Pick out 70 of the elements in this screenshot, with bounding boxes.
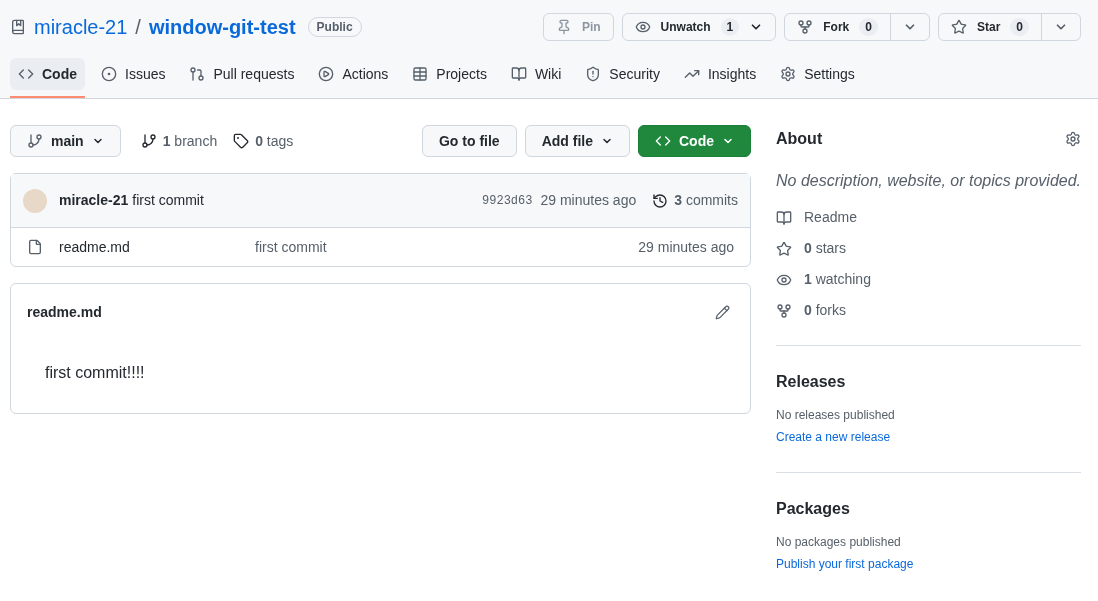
commit-time: 29 minutes ago: [540, 191, 637, 210]
count-badge: 0: [859, 18, 878, 36]
section-link[interactable]: Create a new release: [776, 430, 891, 444]
nav-tab[interactable]: Issues: [93, 58, 174, 90]
path-separator: /: [135, 15, 141, 40]
tag-icon: [233, 133, 250, 149]
circle-dot-icon: [101, 66, 117, 82]
star-icon: [950, 19, 967, 35]
section-heading: About: [776, 129, 823, 149]
code-button[interactable]: Code: [638, 125, 751, 157]
file-name-link[interactable]: readme.md: [59, 236, 255, 258]
settings-icon[interactable]: [1065, 131, 1081, 147]
nav-tab[interactable]: Actions: [310, 58, 397, 90]
history-icon: [652, 192, 669, 209]
count-badge: 1: [720, 18, 740, 36]
about-link[interactable]: 0 stars: [776, 238, 1081, 259]
repo-icon: [10, 19, 26, 35]
about-link[interactable]: 1 watching: [776, 269, 1081, 290]
tags-link[interactable]: 0 tags: [233, 130, 294, 152]
pull-request-icon: [189, 66, 206, 82]
book-icon: [510, 66, 527, 82]
owner-link[interactable]: miracle-21: [34, 12, 128, 42]
about-description: No description, website, or topics provided.: [776, 171, 1081, 191]
branch-icon: [140, 133, 157, 149]
repo-action-button[interactable]: Unwatch 1: [621, 13, 777, 41]
book-icon: [776, 209, 792, 226]
commit-message: first commit: [132, 191, 204, 210]
edit-icon[interactable]: [715, 305, 730, 320]
branch-select-button[interactable]: main: [10, 125, 121, 157]
commit-author-link[interactable]: miracle-21: [59, 190, 129, 211]
repo-name-link[interactable]: window-git-test: [148, 12, 296, 42]
nav-tab[interactable]: Security: [577, 58, 668, 90]
nav-tab[interactable]: Settings: [772, 58, 863, 90]
file-icon: [27, 239, 43, 255]
about-link[interactable]: 0 forks: [776, 300, 1081, 321]
branches-link[interactable]: 1 branch: [140, 130, 218, 152]
eye-icon: [634, 19, 651, 35]
section-note: No releases published: [776, 407, 896, 424]
go-to-file-button[interactable]: Go to file: [422, 125, 517, 157]
count-badge: 0: [1010, 18, 1029, 36]
readme-content: first commit!!!!: [44, 363, 146, 383]
readme-filename: readme.md: [27, 303, 102, 322]
section-link[interactable]: Publish your first package: [776, 557, 914, 571]
fork-icon: [797, 19, 814, 35]
code-icon: [18, 66, 34, 82]
nav-tab[interactable]: Pull requests: [181, 58, 303, 90]
shield-icon: [585, 66, 602, 82]
nav-tab[interactable]: Insights: [675, 58, 765, 90]
branch-icon: [27, 133, 43, 149]
about-link[interactable]: Readme: [776, 207, 1081, 228]
file-commit-link[interactable]: first commit: [255, 236, 327, 258]
repo-action-button[interactable]: Star 0: [938, 14, 1042, 40]
add-file-button[interactable]: Add file: [524, 125, 630, 157]
commit-sha[interactable]: 9923d63: [482, 191, 533, 210]
commits-link[interactable]: 3 commits: [652, 190, 738, 211]
section-note: No packages published: [776, 534, 902, 551]
section-heading: Packages: [776, 499, 851, 519]
nav-tab[interactable]: Code: [10, 58, 85, 90]
nav-tab[interactable]: Wiki: [502, 58, 570, 90]
repo-action-button[interactable]: Fork 0: [785, 14, 891, 40]
star-icon: [776, 240, 792, 257]
nav-tab[interactable]: Projects: [404, 58, 495, 90]
section-heading: Releases: [776, 372, 847, 392]
file-time: 29 minutes ago: [638, 237, 734, 257]
table-icon: [412, 66, 429, 82]
settings-icon: [780, 66, 797, 82]
code-icon: [655, 133, 671, 149]
avatar: [23, 188, 47, 213]
play-icon: [318, 66, 335, 82]
fork-icon: [776, 302, 792, 319]
